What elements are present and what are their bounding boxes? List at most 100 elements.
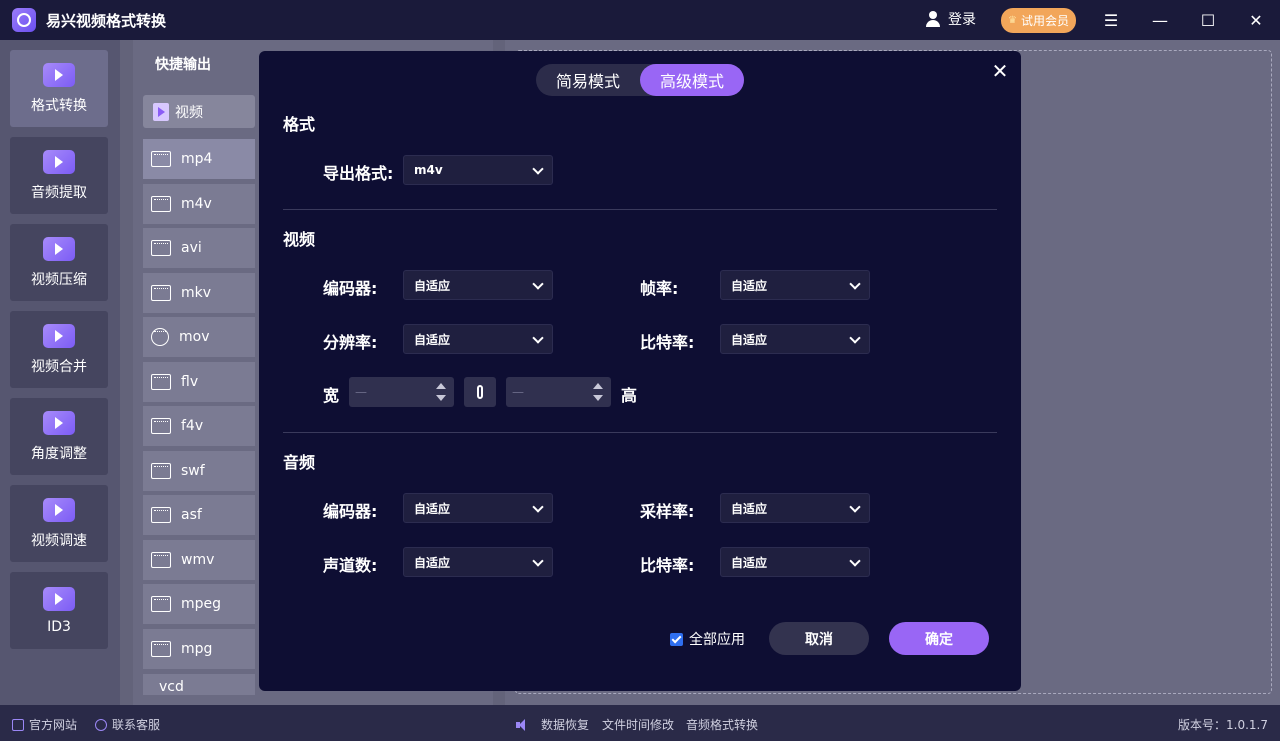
format-item-vcd[interactable]: vcd (143, 674, 255, 695)
left-navigation: 格式转换 音频提取 视频压缩 视频合并 角度调整 视频调速 ID3 (0, 40, 120, 705)
cancel-button[interactable]: 取消 (769, 622, 869, 655)
format-label: flv (181, 374, 199, 390)
chevron-down-icon (849, 555, 861, 567)
audio-encoder-label: 编码器: (323, 502, 378, 521)
video-category-icon (153, 102, 169, 121)
video-compress-icon (43, 236, 75, 261)
minimize-icon[interactable]: — (1148, 8, 1172, 32)
format-item-mp4[interactable]: mp4 (143, 139, 255, 179)
audio-bitrate-select[interactable]: 自适应 (720, 547, 870, 577)
file-time-link[interactable]: 文件时间修改 (602, 716, 674, 733)
samplerate-select[interactable]: 自适应 (720, 493, 870, 523)
nav-label: 格式转换 (31, 97, 87, 114)
format-item-f4v[interactable]: f4v (143, 406, 255, 446)
format-label: avi (181, 240, 202, 256)
advanced-mode-tab[interactable]: 高级模式 (640, 64, 744, 96)
format-item-mkv[interactable]: mkv (143, 273, 255, 313)
nav-label: 视频合并 (31, 358, 87, 375)
menu-icon[interactable]: ☰ (1099, 8, 1123, 32)
resolution-select[interactable]: 自适应 (403, 324, 553, 354)
format-item-wmv[interactable]: wmv (143, 540, 255, 580)
headset-icon (95, 718, 107, 731)
app-title: 易兴视频格式转换 (46, 12, 167, 30)
close-window-icon[interactable]: ✕ (1244, 8, 1268, 32)
channels-select[interactable]: 自适应 (403, 547, 553, 577)
format-label: mkv (181, 285, 212, 301)
format-item-swf[interactable]: swf (143, 451, 255, 491)
file-time-label: 文件时间修改 (602, 718, 675, 732)
film-icon (151, 641, 171, 657)
contact-support-link[interactable]: 联系客服 (95, 716, 160, 733)
nav-speed[interactable]: 视频调速 (10, 485, 108, 562)
format-item-flv[interactable]: flv (143, 362, 255, 402)
version-label: 版本号：1.0.1.7 (1178, 718, 1268, 732)
width-input[interactable]: — (349, 377, 454, 407)
aspect-link-button[interactable] (464, 377, 496, 407)
video-merge-icon (43, 323, 75, 348)
spin-down-icon[interactable] (436, 395, 446, 401)
format-label: mpeg (181, 596, 222, 612)
spin-up-icon[interactable] (593, 383, 603, 389)
format-label: mov (179, 329, 210, 345)
audio-convert-link[interactable]: 音频格式转换 (686, 716, 758, 733)
apply-all-label: 全部应用 (689, 632, 745, 648)
speaker-icon (516, 718, 528, 731)
nav-label: 视频压缩 (31, 271, 87, 288)
checkbox-checked-icon[interactable] (670, 632, 683, 646)
apply-all-checkbox[interactable]: 全部应用 (670, 629, 745, 649)
film-icon (151, 463, 171, 479)
resolution-value: 自适应 (414, 332, 451, 347)
spin-up-icon[interactable] (436, 383, 446, 389)
app-logo-icon (12, 8, 36, 32)
mode-toggle: 简易模式 高级模式 (536, 64, 744, 96)
chevron-down-icon (849, 332, 861, 344)
login-button[interactable]: 登录 (924, 9, 976, 29)
format-item-mov[interactable]: mov (143, 317, 255, 357)
samplerate-label: 采样率: (640, 502, 695, 521)
close-dialog-icon[interactable]: ✕ (990, 61, 1010, 81)
format-item-asf[interactable]: asf (143, 495, 255, 535)
nav-rotate[interactable]: 角度调整 (10, 398, 108, 475)
format-item-mpeg[interactable]: mpeg (143, 584, 255, 624)
nav-video-compress[interactable]: 视频压缩 (10, 224, 108, 301)
film-icon (151, 507, 171, 523)
data-recovery-label: 数据恢复 (541, 718, 590, 732)
format-item-avi[interactable]: avi (143, 228, 255, 268)
height-input[interactable]: — (506, 377, 611, 407)
export-format-select[interactable]: m4v (403, 155, 553, 185)
audio-encoder-select[interactable]: 自适应 (403, 493, 553, 523)
chevron-down-icon (532, 501, 544, 513)
nav-id3[interactable]: ID3 (10, 572, 108, 649)
data-recovery-link[interactable]: 数据恢复 (516, 716, 589, 733)
audio-extract-icon (43, 149, 75, 174)
nav-format-convert[interactable]: 格式转换 (10, 50, 108, 127)
format-item-m4v[interactable]: m4v (143, 184, 255, 224)
confirm-button[interactable]: 确定 (889, 622, 989, 655)
spin-down-icon[interactable] (593, 395, 603, 401)
video-bitrate-select[interactable]: 自适应 (720, 324, 870, 354)
nav-label: 视频调速 (31, 532, 87, 549)
format-item-mpg[interactable]: mpg (143, 629, 255, 669)
trial-vip-button[interactable]: ♛ 试用会员 (1001, 8, 1076, 33)
maximize-icon[interactable]: ☐ (1196, 8, 1220, 32)
nav-audio-extract[interactable]: 音频提取 (10, 137, 108, 214)
simple-mode-tab[interactable]: 简易模式 (536, 64, 640, 96)
video-encoder-select[interactable]: 自适应 (403, 270, 553, 300)
channels-value: 自适应 (414, 555, 451, 570)
divider (283, 209, 997, 210)
export-format-label: 导出格式: (323, 164, 394, 183)
id3-edit-icon (43, 586, 75, 611)
film-icon (151, 285, 171, 301)
film-icon (151, 374, 171, 390)
film-icon (151, 240, 171, 256)
width-label: 宽 (323, 386, 340, 405)
user-icon (924, 10, 942, 28)
official-website-link[interactable]: 官方网站 (12, 716, 77, 733)
category-video[interactable]: 视频 (143, 95, 255, 128)
width-value: — (355, 385, 367, 399)
support-label: 联系客服 (112, 718, 161, 732)
video-section-title: 视频 (283, 230, 316, 249)
framerate-select[interactable]: 自适应 (720, 270, 870, 300)
link-icon (477, 385, 483, 399)
nav-video-merge[interactable]: 视频合并 (10, 311, 108, 388)
